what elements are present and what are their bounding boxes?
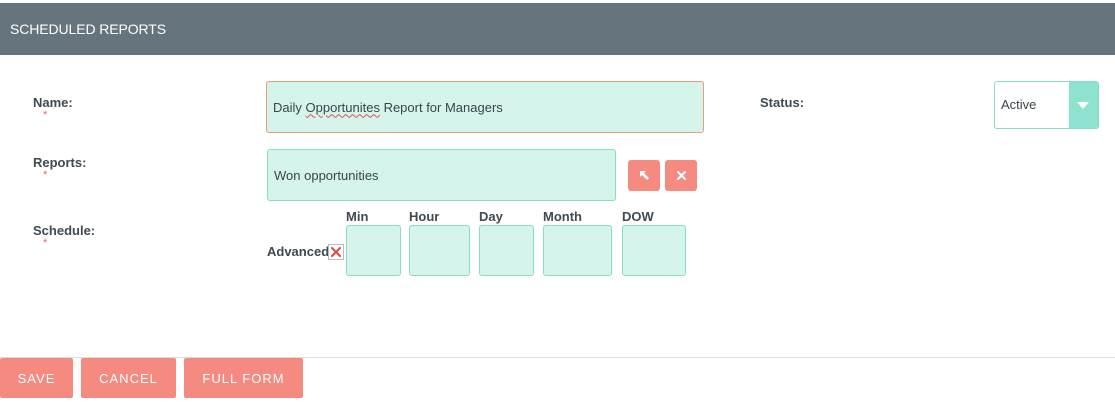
cron-hour-input[interactable] (409, 225, 470, 276)
cursor-arrow-icon (639, 171, 649, 180)
scheduled-reports-page: SCHEDULED REPORTS Name: * Daily Opportun… (0, 0, 1115, 403)
advanced-label: Advanced (267, 244, 330, 259)
cron-dow-input[interactable] (622, 225, 686, 276)
reports-label: Reports: (33, 155, 87, 170)
name-value-prefix: Daily (273, 99, 306, 115)
reports-input[interactable]: Won opportunities (267, 149, 616, 201)
cron-day-input[interactable] (479, 225, 534, 276)
x-mark-icon (330, 246, 342, 258)
cron-header-dow: DOW (622, 209, 654, 224)
cron-header-min: Min (346, 209, 369, 224)
schedule-label: Schedule: (33, 223, 96, 238)
select-report-button[interactable] (628, 160, 660, 191)
cron-month-input[interactable] (543, 225, 612, 276)
cron-header-day: Day (479, 209, 503, 224)
full-form-button[interactable]: FULL FORM (184, 358, 303, 398)
panel-header: SCHEDULED REPORTS (0, 3, 1115, 55)
reports-required-mark: * (43, 169, 48, 181)
cron-header-month: Month (543, 209, 582, 224)
name-value-misspelled: Opportunites (305, 99, 380, 115)
cron-header-hour: Hour (409, 209, 440, 224)
status-select[interactable]: Active (994, 81, 1099, 129)
cron-min-input[interactable] (346, 225, 401, 276)
reports-value: Won opportunities (274, 167, 379, 183)
name-input[interactable]: Daily Opportunites Report for Managers (266, 81, 704, 133)
close-icon (676, 171, 686, 180)
schedule-required-mark: * (43, 237, 48, 249)
cancel-button[interactable]: CANCEL (81, 358, 176, 398)
save-button[interactable]: SAVE (0, 358, 73, 398)
advanced-checkbox[interactable] (328, 244, 344, 260)
clear-report-button[interactable] (665, 160, 697, 191)
chevron-down-icon[interactable] (1069, 82, 1098, 128)
status-label: Status: (760, 95, 805, 110)
name-required-mark: * (43, 109, 48, 121)
status-selected-value: Active (1001, 97, 1037, 112)
name-value-suffix: Report for Managers (379, 99, 503, 115)
name-label: Name: (33, 95, 73, 110)
panel-title: SCHEDULED REPORTS (10, 21, 166, 37)
